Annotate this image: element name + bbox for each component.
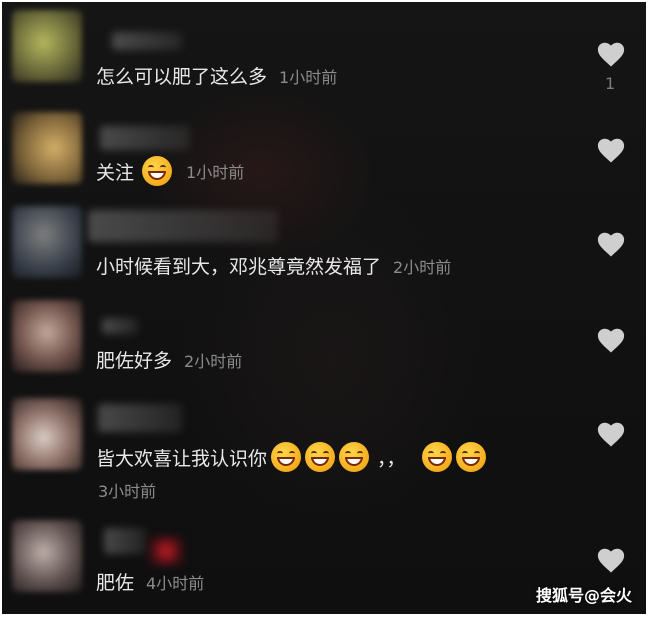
username[interactable] [112, 32, 182, 50]
username-badge [148, 536, 184, 566]
comment-body: 皆大欢喜让我认识你 [96, 447, 268, 470]
comment-time: 3小时前 [98, 482, 157, 501]
comment-text: 肥佐好多 2小时前 [96, 346, 242, 373]
comment-list: 怎么可以肥了这么多 1小时前 1 关注 1小时前 小时候看到大，邓兆尊竟然发福了… [2, 2, 646, 614]
heart-icon[interactable] [596, 546, 626, 574]
avatar[interactable] [12, 520, 82, 592]
heart-icon[interactable] [596, 230, 626, 258]
comment-time: 1小时前 [279, 67, 338, 87]
grinning-emoji-icon [142, 156, 173, 186]
grinning-emoji-icon [455, 442, 486, 472]
comment-text: 关注 1小时前 [96, 156, 244, 186]
comment-time: 2小时前 [184, 351, 243, 371]
comment-text: 肥佐 4小时前 [96, 568, 204, 595]
heart-icon[interactable] [596, 136, 626, 164]
avatar[interactable] [12, 10, 82, 82]
username[interactable] [100, 126, 190, 150]
comment-time: 1小时前 [186, 163, 245, 182]
comment-time: 2小时前 [393, 257, 452, 277]
grinning-emoji-icon [339, 442, 370, 472]
heart-icon[interactable] [596, 420, 626, 448]
comment-text: 怎么可以肥了这么多 1小时前 [96, 62, 337, 89]
comment-body: 肥佐 [96, 572, 135, 594]
grinning-emoji-icon [305, 442, 336, 472]
watermark: 搜狐号@会火 [535, 586, 632, 605]
comment-body: 肥佐好多 [96, 350, 173, 372]
username[interactable] [88, 210, 278, 242]
comment-body: 关注 [96, 161, 135, 184]
avatar[interactable] [12, 206, 82, 278]
avatar[interactable] [12, 398, 82, 470]
comment-text: 皆大欢喜让我认识你 ，， [96, 442, 488, 472]
avatar[interactable] [12, 300, 82, 372]
avatar[interactable] [12, 112, 82, 184]
username[interactable] [102, 318, 138, 334]
comment-punctuation: ，， [377, 447, 406, 470]
comment-body: 小时候看到大，邓兆尊竟然发福了 [96, 256, 382, 278]
username[interactable] [104, 528, 146, 554]
comment-body: 怎么可以肥了这么多 [96, 66, 268, 88]
username[interactable] [98, 404, 182, 432]
comment-text: 小时候看到大，邓兆尊竟然发福了 2小时前 [96, 252, 451, 279]
grinning-emoji-icon [271, 442, 302, 472]
grinning-emoji-icon [421, 442, 452, 472]
like-count: 1 [605, 74, 616, 93]
heart-icon[interactable] [596, 40, 626, 68]
comment-time: 4小时前 [146, 573, 205, 593]
heart-icon[interactable] [596, 326, 626, 354]
